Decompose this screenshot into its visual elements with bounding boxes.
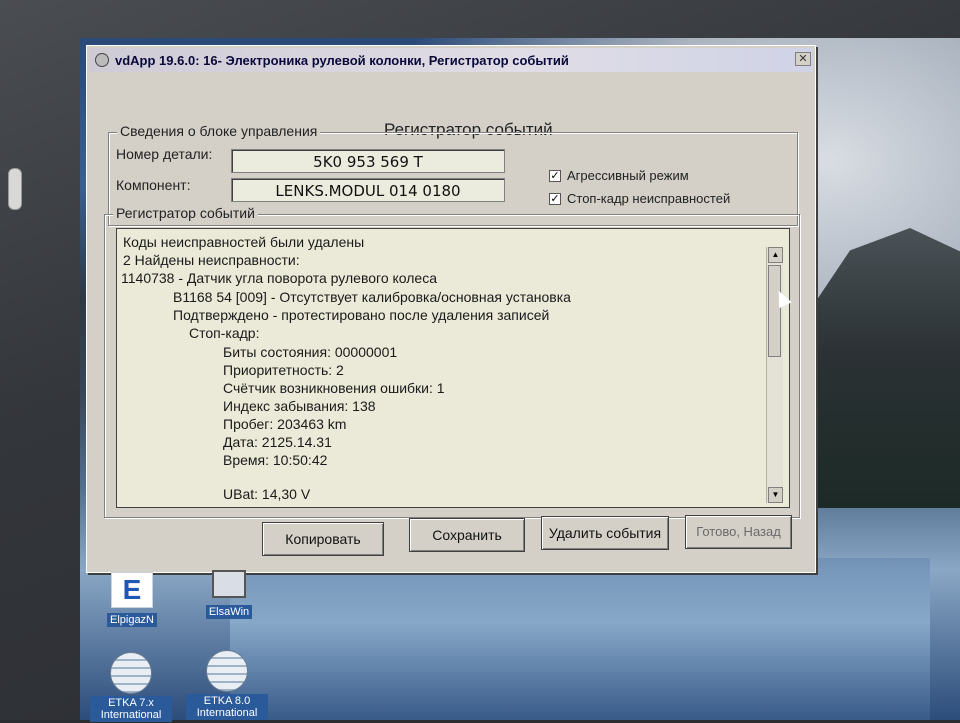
log-line: Приоритетность: 2 (223, 362, 344, 378)
title-bar[interactable]: vdApp 19.6.0: 16- Электроника рулевой ко… (89, 48, 813, 72)
aggressive-mode-check-icon[interactable]: ✓ (549, 169, 561, 182)
scroll-thumb[interactable] (768, 265, 781, 357)
log-line: B1168 54 [009] - Отсутствует калибровка/… (173, 289, 571, 305)
desktop-icon-etka7[interactable]: ETKA 7.x International (90, 652, 172, 723)
app-icon (95, 53, 109, 67)
log-line: Подтверждено - протестировано после удал… (173, 307, 550, 323)
wallpaper-lake (230, 558, 930, 720)
done-back-button[interactable]: Готово, Назад (685, 515, 792, 549)
desktop-icon-label: ElpigazN (106, 613, 158, 627)
log-line: Счётчик возникновения ошибки: 1 (223, 380, 445, 396)
close-button[interactable]: ✕ (795, 52, 811, 66)
window-title: vdApp 19.6.0: 16- Электроника рулевой ко… (115, 52, 569, 68)
scroll-up-icon[interactable]: ▲ (768, 247, 783, 263)
copy-button[interactable]: Копировать (262, 522, 384, 556)
log-line: Индекс забывания: 138 (223, 398, 376, 414)
scroll-down-icon[interactable]: ▼ (768, 487, 783, 503)
log-line: Стоп-кадр: (189, 325, 260, 341)
desktop-icon-label: ElsaWin (205, 605, 253, 619)
delete-events-button[interactable]: Удалить события (541, 516, 669, 550)
log-line: 2 Найдены неисправности: (123, 252, 300, 268)
save-button[interactable]: Сохранить (409, 518, 525, 552)
elpigaz-icon: E (111, 572, 153, 608)
controller-info-group-label: Сведения о блоке управления (117, 123, 321, 139)
freeze-frame-check-icon[interactable]: ✓ (549, 192, 561, 205)
freeze-frame-label: Стоп-кадр неисправностей (567, 191, 731, 206)
part-number-label: Номер детали: (116, 146, 213, 162)
desktop-icon-etka8[interactable]: ETKA 8.0 International (186, 650, 268, 721)
event-log-group-label: Регистратор событий (113, 205, 258, 221)
aggressive-mode-label: Агрессивный режим (567, 168, 689, 183)
log-line: Пробег: 203463 km (223, 416, 347, 432)
log-line: Время: 10:50:42 (223, 452, 328, 468)
bezel-latch (8, 168, 22, 210)
log-line: Дата: 2125.14.31 (223, 434, 332, 450)
desktop-icon-elpigazn[interactable]: E ElpigazN (102, 572, 162, 628)
component-field: LENKS.MODUL 014 0180 (231, 178, 505, 202)
freeze-frame-checkbox[interactable]: ✓ Стоп-кадр неисправностей (549, 191, 730, 206)
desktop-icon-label: ETKA 8.0 International (186, 694, 268, 720)
event-log-listbox[interactable]: Коды неисправностей были удалены 2 Найде… (116, 228, 790, 508)
log-line: 1140738 - Датчик угла поворота рулевого … (121, 270, 437, 286)
computer-icon (212, 570, 246, 598)
desktop-icon-label: ETKA 7.x International (90, 696, 172, 722)
part-number-field: 5K0 953 569 T (231, 149, 505, 173)
log-scrollbar[interactable]: ▲ ▼ (766, 247, 783, 503)
globe-icon (110, 652, 152, 694)
component-label: Компонент: (116, 177, 191, 193)
desktop-icon-elsawin[interactable]: ElsaWin (198, 570, 260, 620)
globe-icon (206, 650, 248, 692)
log-line: UBat: 14,30 V (223, 486, 311, 502)
log-line: Коды неисправностей были удалены (123, 234, 365, 250)
aggressive-mode-checkbox[interactable]: ✓ Агрессивный режим (549, 168, 689, 183)
log-line: Биты состояния: 00000001 (223, 344, 398, 360)
